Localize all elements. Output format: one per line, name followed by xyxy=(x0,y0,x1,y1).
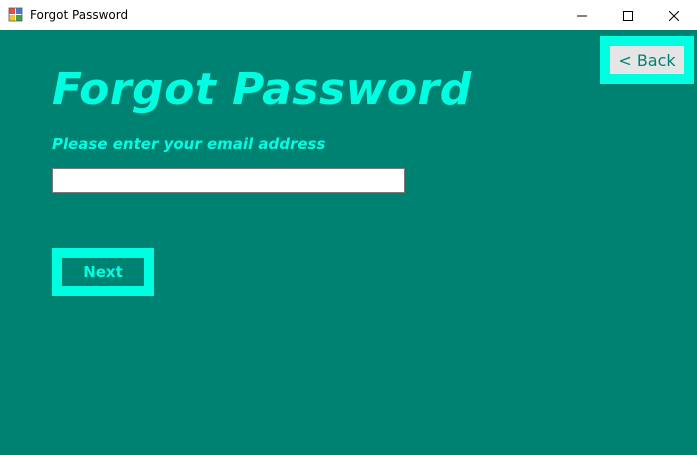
minimize-button[interactable] xyxy=(559,0,605,30)
next-button[interactable]: Next xyxy=(52,248,154,296)
email-field[interactable] xyxy=(52,168,405,193)
title-bar: Forgot Password xyxy=(0,0,697,30)
maximize-button[interactable] xyxy=(605,0,651,30)
forgot-password-form: Forgot Password Please enter your email … xyxy=(0,30,697,455)
email-prompt-label: Please enter your email address xyxy=(52,135,326,153)
minimize-icon xyxy=(577,6,587,25)
window-title: Forgot Password xyxy=(30,8,129,22)
close-icon xyxy=(668,6,680,25)
app-icon xyxy=(8,7,23,22)
close-button[interactable] xyxy=(651,0,697,30)
page-title: Forgot Password xyxy=(52,64,472,115)
back-button[interactable]: < Back xyxy=(610,46,684,74)
maximize-icon xyxy=(623,6,633,25)
back-button-frame: < Back xyxy=(600,36,694,84)
